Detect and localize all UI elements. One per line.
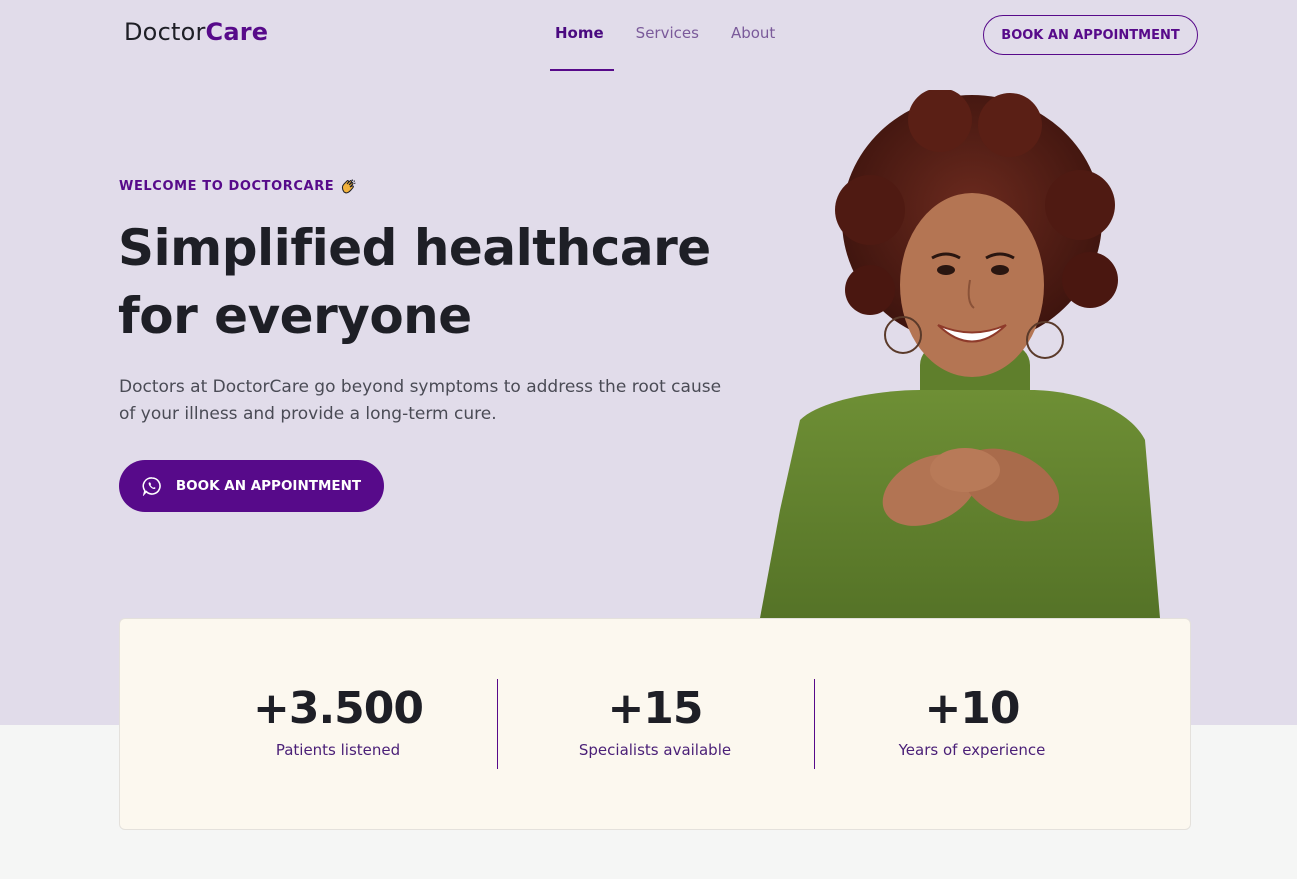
stat-label: Specialists available [578,741,732,759]
main-nav: Home Services About [550,24,807,71]
eyebrow-text: WELCOME TO DOCTORCARE [119,179,335,194]
stat-value: +10 [924,683,1020,734]
stat-specialists: +15 Specialists available [497,679,813,759]
stat-value: +15 [607,683,703,734]
nav-home[interactable]: Home [550,24,614,71]
stat-experience: +10 Years of experience [814,679,1130,759]
hero-eyebrow: WELCOME TO DOCTORCARE [119,178,357,195]
whatsapp-icon [142,476,162,497]
nav-services[interactable]: Services [636,24,699,70]
stat-label: Years of experience [898,741,1046,759]
stat-patients: +3.500 Patients listened [180,679,496,759]
hero-person-image [760,90,1160,618]
stat-label: Patients listened [275,741,401,759]
clapping-hands-icon [340,178,357,195]
stat-value: +3.500 [252,683,424,734]
nav-about[interactable]: About [731,24,775,70]
stats-card: +3.500 Patients listened +15 Specialists… [119,618,1191,830]
logo-text-doctor: Doctor [124,18,206,46]
logo[interactable]: DoctorCare [124,18,268,46]
cta-label: BOOK AN APPOINTMENT [175,478,362,494]
hero-book-appointment-button[interactable]: BOOK AN APPOINTMENT [119,460,384,512]
headline-line-1: Simplified healthcare [118,219,711,277]
header-book-appointment-button[interactable]: BOOK AN APPOINTMENT [983,15,1198,55]
hero-headline: Simplified healthcare for everyone [118,214,738,350]
landing-page: DoctorCare Home Services About BOOK AN A… [0,0,1297,879]
logo-text-care: Care [205,18,269,46]
headline-line-2: for everyone [118,287,472,345]
hero-lead: Doctors at DoctorCare go beyond symptoms… [119,377,722,424]
